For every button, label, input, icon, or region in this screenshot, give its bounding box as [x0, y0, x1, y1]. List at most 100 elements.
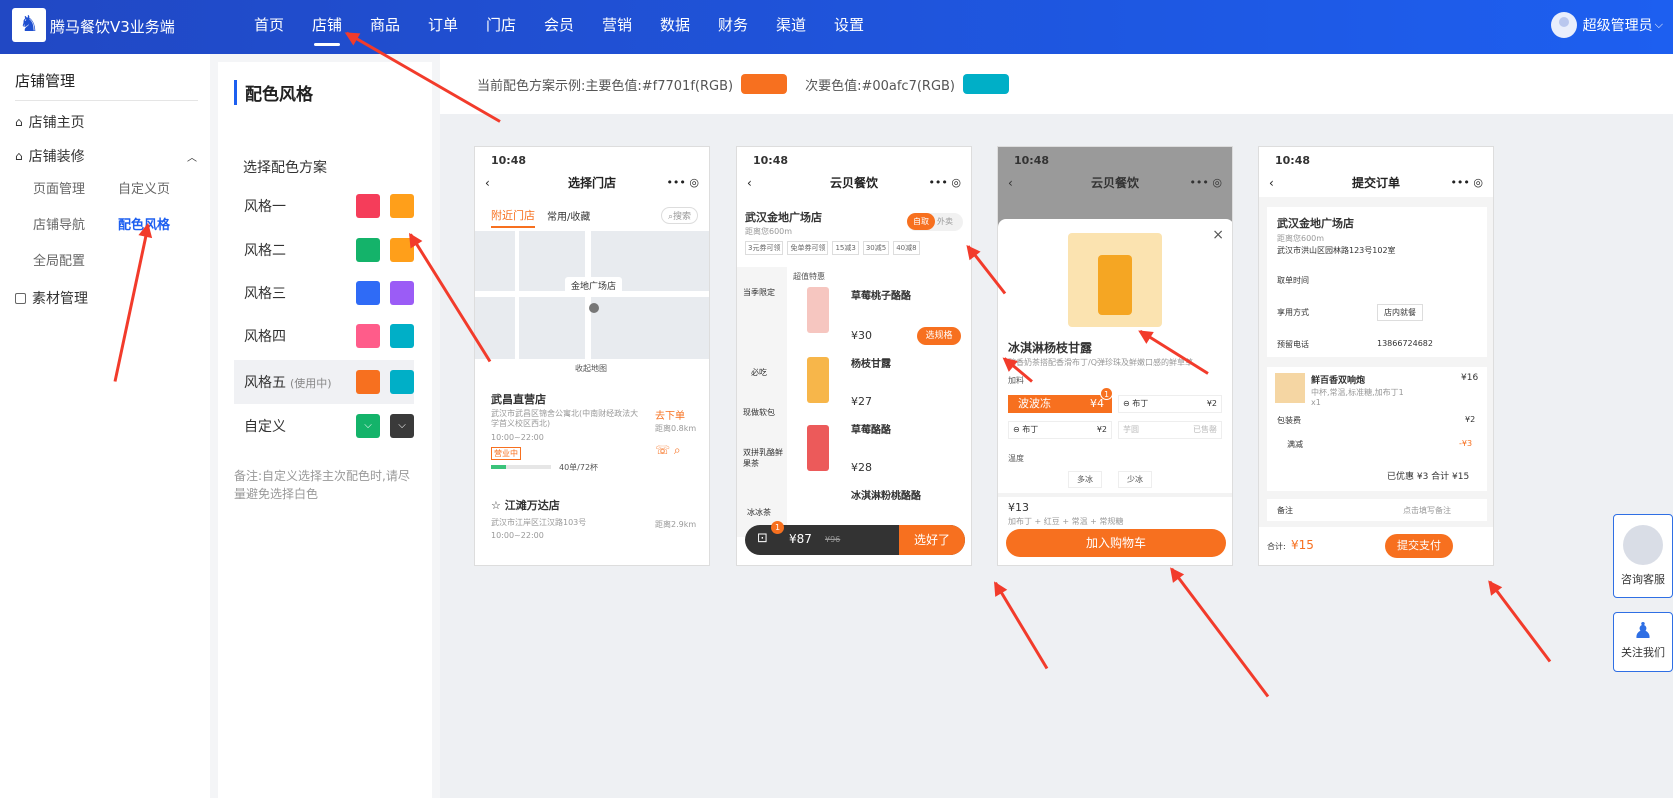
customer-service-button[interactable]: 咨询客服 — [1613, 514, 1673, 598]
pickup-time-label[interactable]: 取单时间 — [1277, 275, 1309, 286]
tab-favorites[interactable]: 常用/收藏 — [547, 208, 590, 223]
checkout-button[interactable]: 选好了 — [899, 525, 965, 555]
select-spec-button[interactable]: 选规格 — [917, 327, 961, 345]
style-option-3[interactable]: 风格三 — [234, 271, 414, 315]
packing-fee-label: 包装费 — [1277, 416, 1301, 425]
addon-option-selected[interactable]: 波波冻 ¥4 — [1008, 395, 1112, 413]
more-icon[interactable]: ••• ◎ — [1189, 169, 1222, 197]
style-option-1[interactable]: 风格一 — [234, 184, 414, 228]
primary-color-chip — [741, 74, 788, 94]
back-icon[interactable]: ‹ — [485, 169, 490, 197]
nav-orders[interactable]: 订单 — [414, 0, 472, 54]
category-item[interactable]: 当季限定 — [743, 287, 775, 298]
product-name[interactable]: 杨枝甘露 — [851, 355, 891, 370]
cart-bar[interactable]: ⊡ 1 ¥87 ¥96 选好了 — [745, 521, 965, 555]
more-icon[interactable]: ••• ◎ — [928, 169, 961, 197]
remark-row[interactable]: 备注 点击填写备注 — [1267, 499, 1487, 521]
secondary-color-picker[interactable]: ⌵ — [390, 414, 414, 438]
tab-nearby[interactable]: 附近门店 — [491, 207, 535, 228]
style-option-2[interactable]: 风格二 — [234, 228, 414, 272]
close-icon[interactable]: × — [1212, 227, 1224, 243]
app-logo-icon[interactable]: ♞ — [12, 8, 46, 42]
addon-count-badge: 1 — [1100, 387, 1113, 400]
add-to-cart-button[interactable]: 加入购物车 — [1006, 529, 1226, 557]
product-name[interactable]: 草莓桃子酪酪 — [851, 287, 911, 302]
dining-mode-option[interactable]: 店内就餐 — [1377, 304, 1423, 321]
category-item[interactable]: 现做软包 — [743, 407, 775, 418]
style-option-4[interactable]: 风格四 — [234, 314, 414, 358]
temp-option[interactable]: 少冰 — [1118, 471, 1152, 488]
sidebar-sub-custom[interactable]: 自定义页 — [118, 178, 170, 197]
user-menu[interactable]: 超级管理员 ⌵ — [1550, 12, 1663, 38]
category-item[interactable]: 必吃 — [751, 367, 767, 378]
store-card-1[interactable]: 武昌直营店 武汉市武昌区锦舍公寓北(中南财经政法大学首义校区西北) 10:00~… — [483, 385, 703, 483]
primary-color-label: 当前配色方案示例:主要色值:#f7701f(RGB) — [477, 78, 734, 94]
sidebar: 店铺管理 ⌂店铺主页 ⌂店铺装修︿ 页面管理 自定义页 店铺导航 配色风格 全局… — [0, 54, 210, 798]
coupon-strip[interactable]: 3元券可领 免单券可领 15减3 30减5 40减8 — [745, 241, 920, 255]
store-map[interactable]: 金地广场店 — [475, 231, 709, 359]
nav-goods[interactable]: 商品 — [356, 0, 414, 54]
section-title: 超值特惠 — [793, 272, 825, 281]
cup-count: 40单/72杯 — [559, 463, 599, 472]
addon-option[interactable]: ⊖ 布丁 ¥2 — [1118, 395, 1222, 413]
nav-home[interactable]: 首页 — [240, 0, 298, 54]
submit-pay-button[interactable]: 提交支付 — [1385, 534, 1453, 558]
phone-preview-product-spec: 10:48 ‹ 云贝餐饮 ••• ◎ × 冰淇淋杨枝甘露 醇香奶茶搭配香滑布丁/Q弹… — [997, 146, 1233, 566]
follow-us-button[interactable]: ♟ 关注我们 — [1613, 612, 1673, 672]
collapse-map-button[interactable]: 收起地图 — [575, 363, 607, 374]
avatar — [1550, 12, 1577, 38]
go-order-link[interactable]: 去下单 — [655, 407, 685, 422]
top-navbar: ♞ 腾马餐饮V3业务端 首页 店铺 商品 订单 门店 会员 营销 数据 财务 渠… — [0, 0, 1673, 54]
total-label: 合计: — [1267, 542, 1286, 551]
discount-label: 满减 — [1287, 440, 1303, 449]
addon-option[interactable]: ⊖ 布丁 ¥2 — [1008, 421, 1112, 439]
sidebar-sub-pages[interactable]: 页面管理 — [33, 178, 85, 197]
sidebar-sub-nav[interactable]: 店铺导航 — [33, 214, 85, 233]
primary-color-picker[interactable]: ⌵ — [356, 414, 380, 438]
style-option-custom[interactable]: 自定义 ⌵ ⌵ — [234, 404, 414, 448]
preview-area: 当前配色方案示例:主要色值:#f7701f(RGB) 次要色值:#00afc7(… — [440, 54, 1673, 798]
nav-settings[interactable]: 设置 — [820, 0, 878, 54]
more-icon[interactable]: ••• ◎ — [1450, 169, 1483, 197]
phone-icon[interactable]: ☏ ⌕ — [655, 443, 681, 458]
item-qty: x1 — [1311, 398, 1321, 407]
product-name[interactable]: 冰淇淋粉桃酪酪 — [851, 487, 921, 502]
sidebar-item-decoration[interactable]: ⌂ 店铺装修 ︿ — [15, 146, 197, 166]
discount-value: -¥3 — [1459, 439, 1473, 448]
mode-toggle[interactable]: 自取 外卖 — [907, 213, 963, 231]
store-distance: 距离0.8km — [655, 424, 697, 433]
style-option-5[interactable]: 风格五 (使用中) — [234, 360, 414, 404]
nav-channels[interactable]: 渠道 — [762, 0, 820, 54]
sidebar-item-material[interactable]: 素材管理 — [15, 288, 88, 308]
back-icon[interactable]: ‹ — [1269, 169, 1274, 197]
image-icon — [15, 292, 26, 304]
back-icon[interactable]: ‹ — [1008, 169, 1013, 197]
search-button[interactable]: ⌕搜索 — [661, 207, 699, 224]
phone-number[interactable]: 13866724682 — [1377, 339, 1433, 348]
nav-marketing[interactable]: 营销 — [588, 0, 646, 54]
store-name[interactable]: 武汉金地广场店 — [745, 209, 822, 225]
home-icon: ⌂ — [15, 115, 23, 129]
temp-option[interactable]: 多冰 — [1068, 471, 1102, 488]
store-name[interactable]: 武汉金地广场店 — [1277, 215, 1354, 231]
map-pin-label[interactable]: 金地广场店 — [565, 277, 623, 294]
product-image — [1068, 233, 1162, 327]
sidebar-sub-global[interactable]: 全局配置 — [33, 250, 85, 269]
product-name[interactable]: 草莓酪酪 — [851, 421, 891, 436]
nav-members[interactable]: 会员 — [530, 0, 588, 54]
selected-price: ¥13 — [1008, 501, 1029, 514]
secondary-color-label: 次要色值:#00afc7(RGB) — [805, 78, 956, 94]
phone-label: 预留电话 — [1277, 340, 1309, 349]
category-item[interactable]: 冰冰茶 — [747, 507, 771, 518]
nav-finance[interactable]: 财务 — [704, 0, 762, 54]
sidebar-item-home[interactable]: ⌂ 店铺主页 — [15, 112, 85, 132]
nav-shops[interactable]: 门店 — [472, 0, 530, 54]
back-icon[interactable]: ‹ — [747, 169, 752, 197]
selected-summary: 加布丁 + 红豆 + 常温 + 常规糖 — [1008, 517, 1124, 526]
nav-data[interactable]: 数据 — [646, 0, 704, 54]
phone-title: 云贝餐饮 — [1090, 176, 1139, 190]
category-item[interactable]: 双拼乳酪鲜果茶 — [743, 447, 783, 469]
more-icon[interactable]: ••• ◎ — [666, 169, 699, 197]
order-summary: 已优惠 ¥3 合计 ¥15 — [1387, 472, 1470, 482]
store-card-2[interactable]: ☆ 江滩万达店 武汉市江岸区江汉路103号 10:00~22:00 距离2.9k… — [483, 491, 703, 561]
